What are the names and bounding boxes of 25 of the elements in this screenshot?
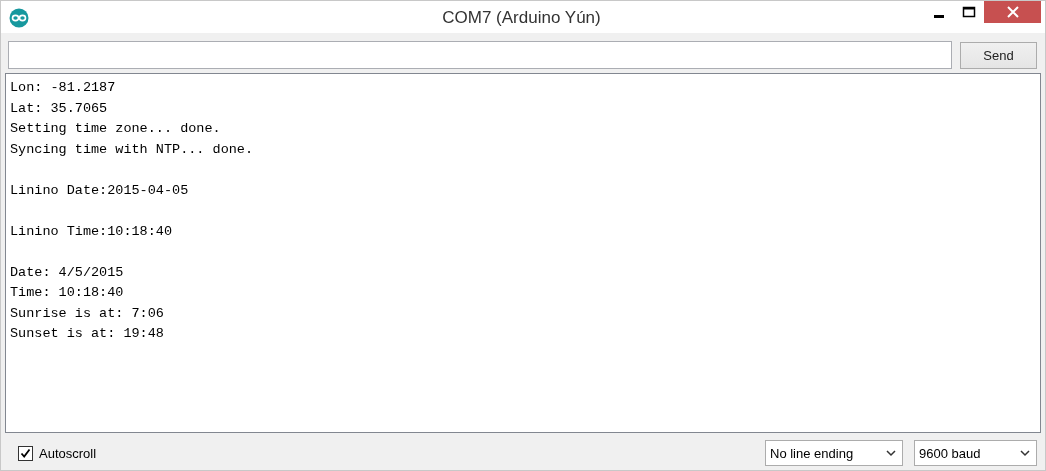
dropdown[interactable]: No line ending — [765, 440, 903, 466]
output-line: Linino Date:2015-04-05 — [10, 181, 189, 200]
minimize-icon — [934, 14, 944, 18]
caret-icon — [886, 449, 896, 457]
dropdown[interactable]: 9600 baud — [914, 440, 1037, 466]
output-line: Sunset is at: 19:48 — [10, 325, 164, 343]
output-line: Linino Time:10:18:40 — [10, 222, 173, 241]
autoscroll-label: Autoscroll — [39, 445, 97, 461]
output-line: Syncing time with NTP... done. — [10, 140, 254, 159]
output-line: Sunrise is at: 7:06 — [10, 304, 164, 323]
autoscroll-checkbox[interactable] — [18, 445, 33, 461]
output-line: Lon: -81.2187 — [10, 79, 116, 97]
message-field[interactable] — [8, 41, 952, 69]
output-line: Date: 4/5/2015 — [10, 263, 124, 282]
maximize-icon — [962, 6, 976, 18]
window-title: COM7 (Arduino Yún) — [442, 8, 601, 28]
output-line: Time: 10:18:40 — [10, 284, 124, 302]
send-button[interactable]: Send — [960, 41, 1037, 69]
check-icon — [20, 447, 31, 459]
close-icon — [1006, 6, 1019, 18]
close-button[interactable] — [984, 1, 1041, 23]
caret-icon — [1020, 449, 1030, 457]
output-line: Setting time zone... done. — [10, 120, 221, 138]
app-logo — [9, 8, 29, 28]
output-line: Lat: 35.7065 — [10, 99, 108, 118]
